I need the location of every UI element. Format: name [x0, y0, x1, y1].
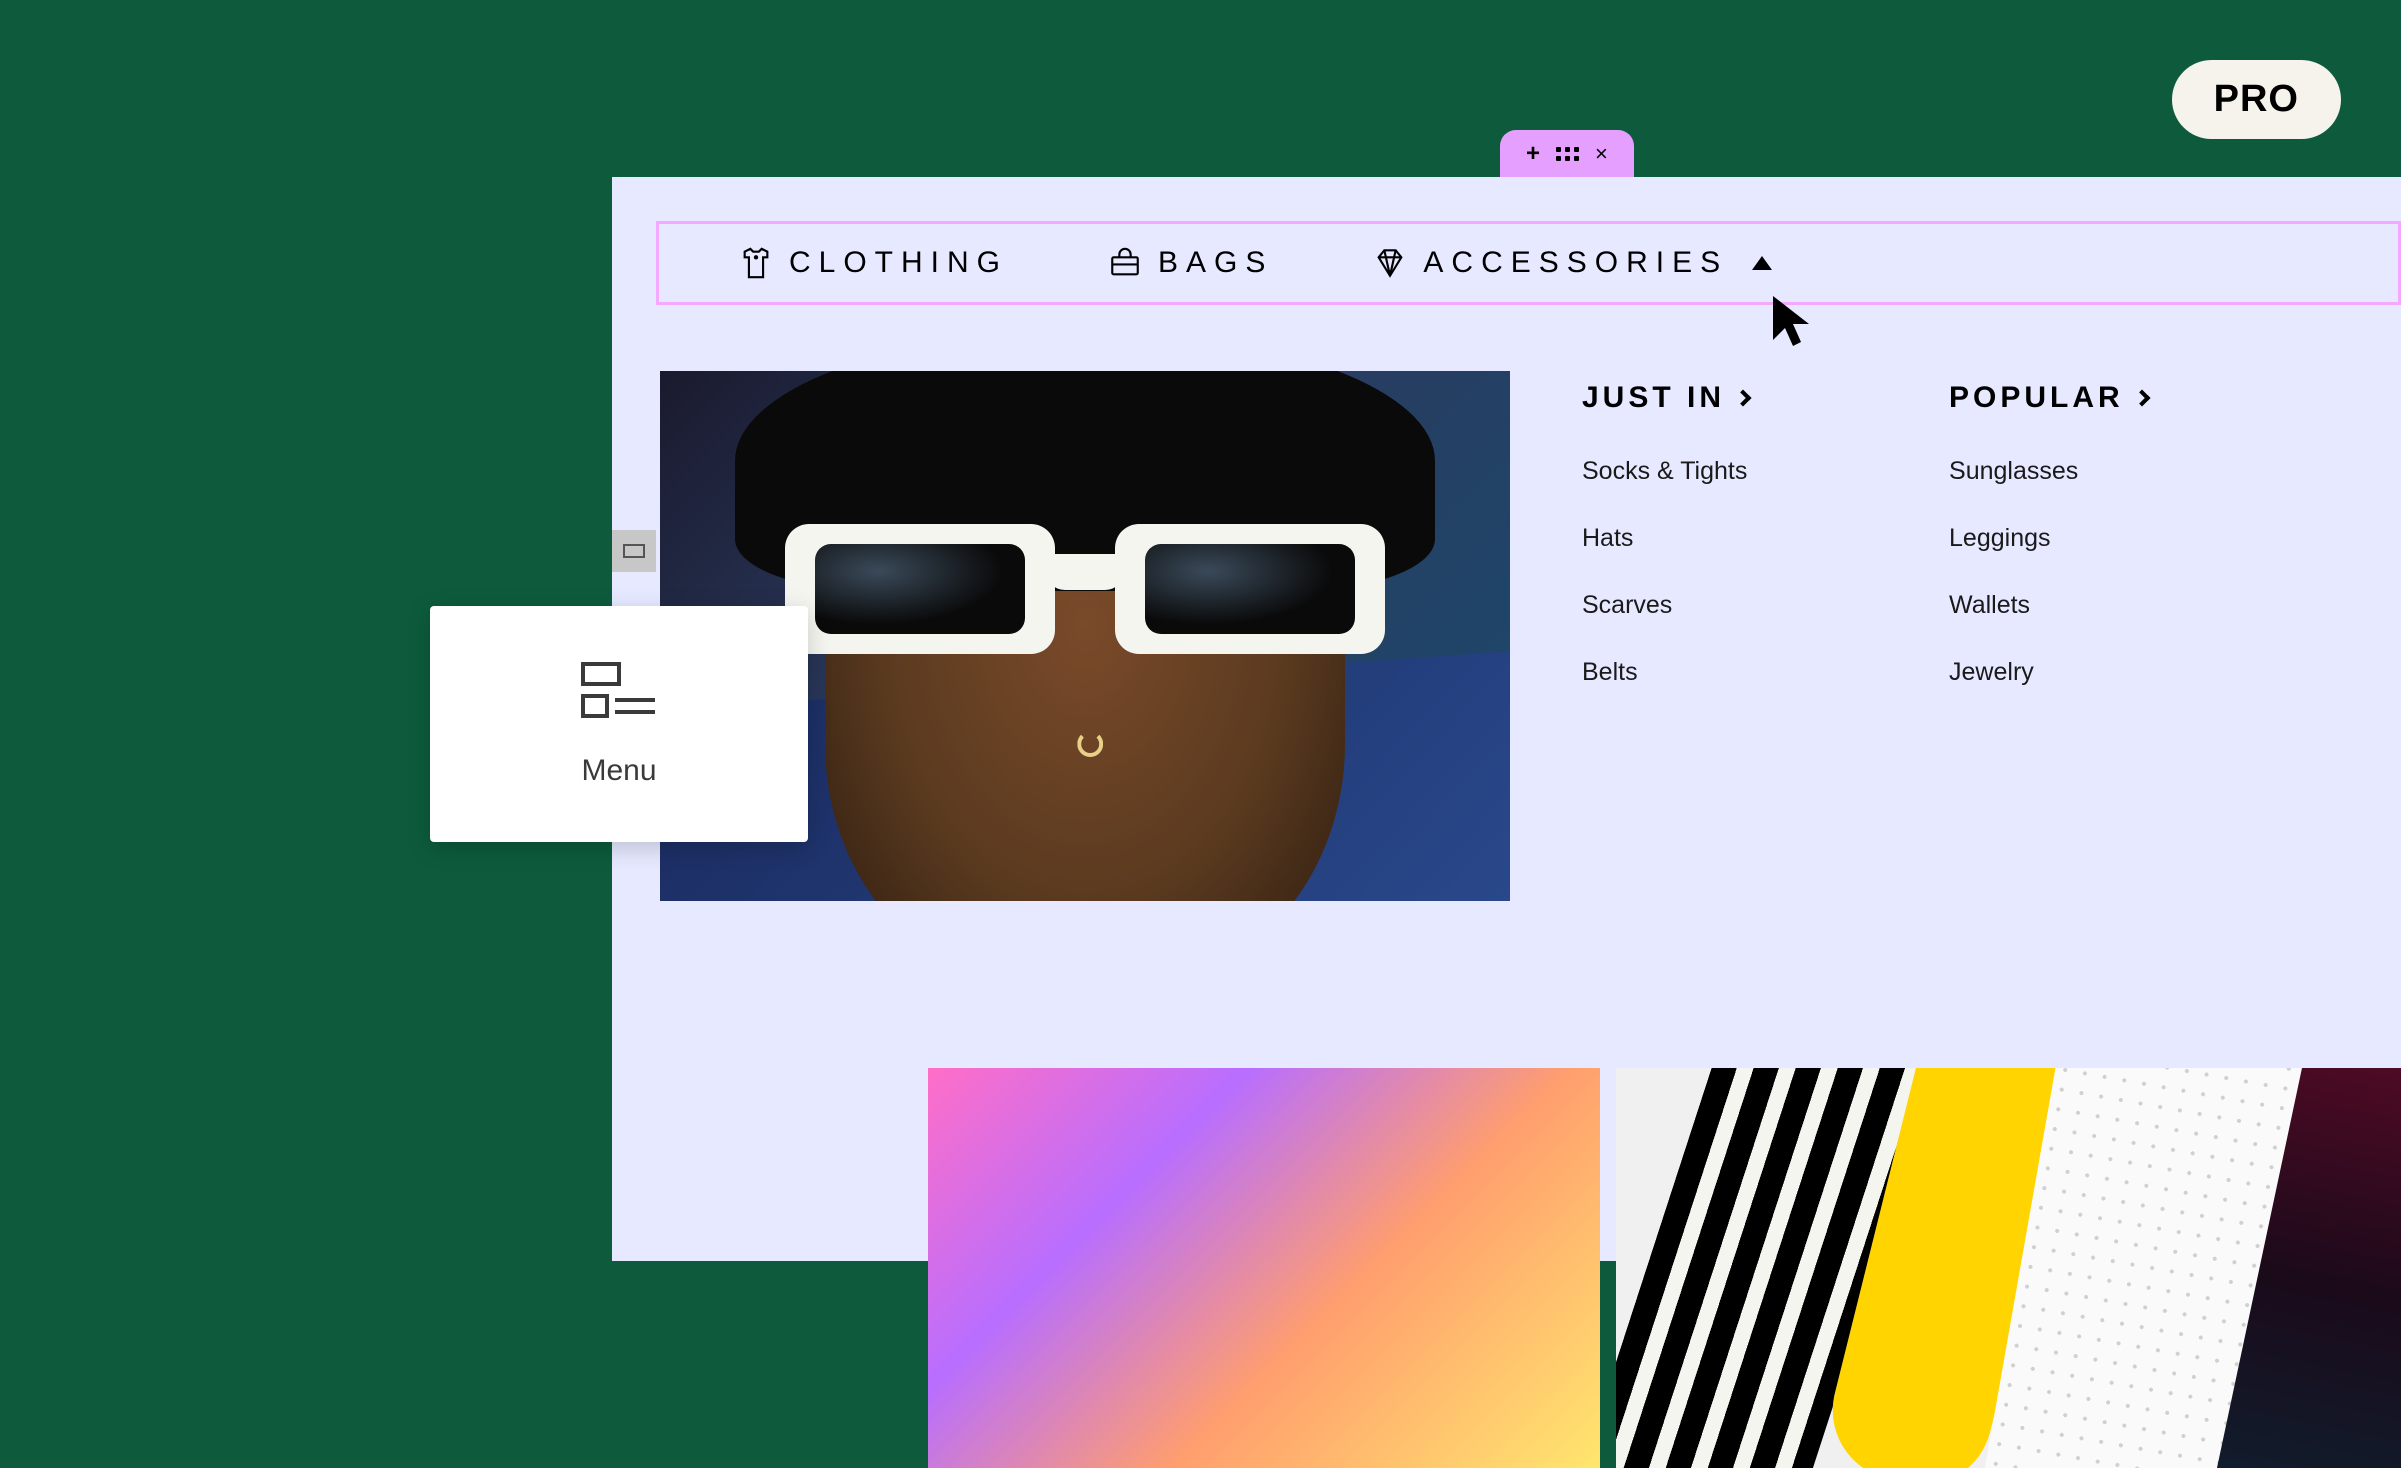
- caret-up-icon: [1752, 256, 1772, 270]
- mega-column-just-in: JUST IN Socks & Tights Hats Scarves Belt…: [1582, 381, 1749, 725]
- menu-link[interactable]: Belts: [1582, 658, 1749, 687]
- mega-menu-columns: JUST IN Socks & Tights Hats Scarves Belt…: [1582, 381, 2148, 725]
- column-heading-just-in[interactable]: JUST IN: [1582, 381, 1749, 415]
- column-heading-label: POPULAR: [1949, 381, 2124, 415]
- menu-link[interactable]: Socks & Tights: [1582, 457, 1749, 486]
- column-heading-label: JUST IN: [1582, 381, 1725, 415]
- drag-handle-icon[interactable]: [1556, 147, 1579, 161]
- menu-link[interactable]: Hats: [1582, 524, 1749, 553]
- nav-label: BAGS: [1158, 246, 1273, 280]
- pro-badge-label: PRO: [2214, 78, 2299, 120]
- nav-bar: CLOTHING BAGS ACCESSORIES: [656, 221, 2401, 305]
- nav-item-bags[interactable]: BAGS: [1108, 246, 1273, 280]
- menu-widget-label: Menu: [581, 754, 656, 788]
- bag-icon: [1108, 246, 1142, 280]
- menu-link[interactable]: Leggings: [1949, 524, 2148, 553]
- chevron-right-icon: [2133, 390, 2150, 407]
- nav-item-accessories[interactable]: ACCESSORIES: [1373, 246, 1772, 280]
- menu-widget-card[interactable]: Menu: [430, 606, 808, 842]
- product-tile-gradient[interactable]: [928, 1068, 1600, 1468]
- frame-resize-handle[interactable]: [612, 530, 656, 572]
- menu-widget-icon: [579, 660, 659, 724]
- nav-label: CLOTHING: [789, 246, 1008, 280]
- pro-badge: PRO: [2172, 60, 2341, 139]
- nav-item-clothing[interactable]: CLOTHING: [739, 246, 1008, 280]
- mega-column-popular: POPULAR Sunglasses Leggings Wallets Jewe…: [1949, 381, 2148, 725]
- column-heading-popular[interactable]: POPULAR: [1949, 381, 2148, 415]
- diamond-icon: [1373, 246, 1407, 280]
- rectangle-icon: [623, 544, 645, 558]
- cursor-icon: [1768, 292, 1818, 348]
- product-tile-shoe[interactable]: [1616, 1068, 2401, 1468]
- menu-link[interactable]: Jewelry: [1949, 658, 2148, 687]
- section-tab[interactable]: + ×: [1500, 130, 1634, 178]
- chevron-right-icon: [1735, 390, 1752, 407]
- close-icon[interactable]: ×: [1595, 141, 1608, 167]
- shirt-icon: [739, 246, 773, 280]
- add-icon[interactable]: +: [1526, 140, 1540, 168]
- menu-link[interactable]: Sunglasses: [1949, 457, 2148, 486]
- menu-link[interactable]: Scarves: [1582, 591, 1749, 620]
- menu-link[interactable]: Wallets: [1949, 591, 2148, 620]
- nav-label: ACCESSORIES: [1423, 246, 1728, 280]
